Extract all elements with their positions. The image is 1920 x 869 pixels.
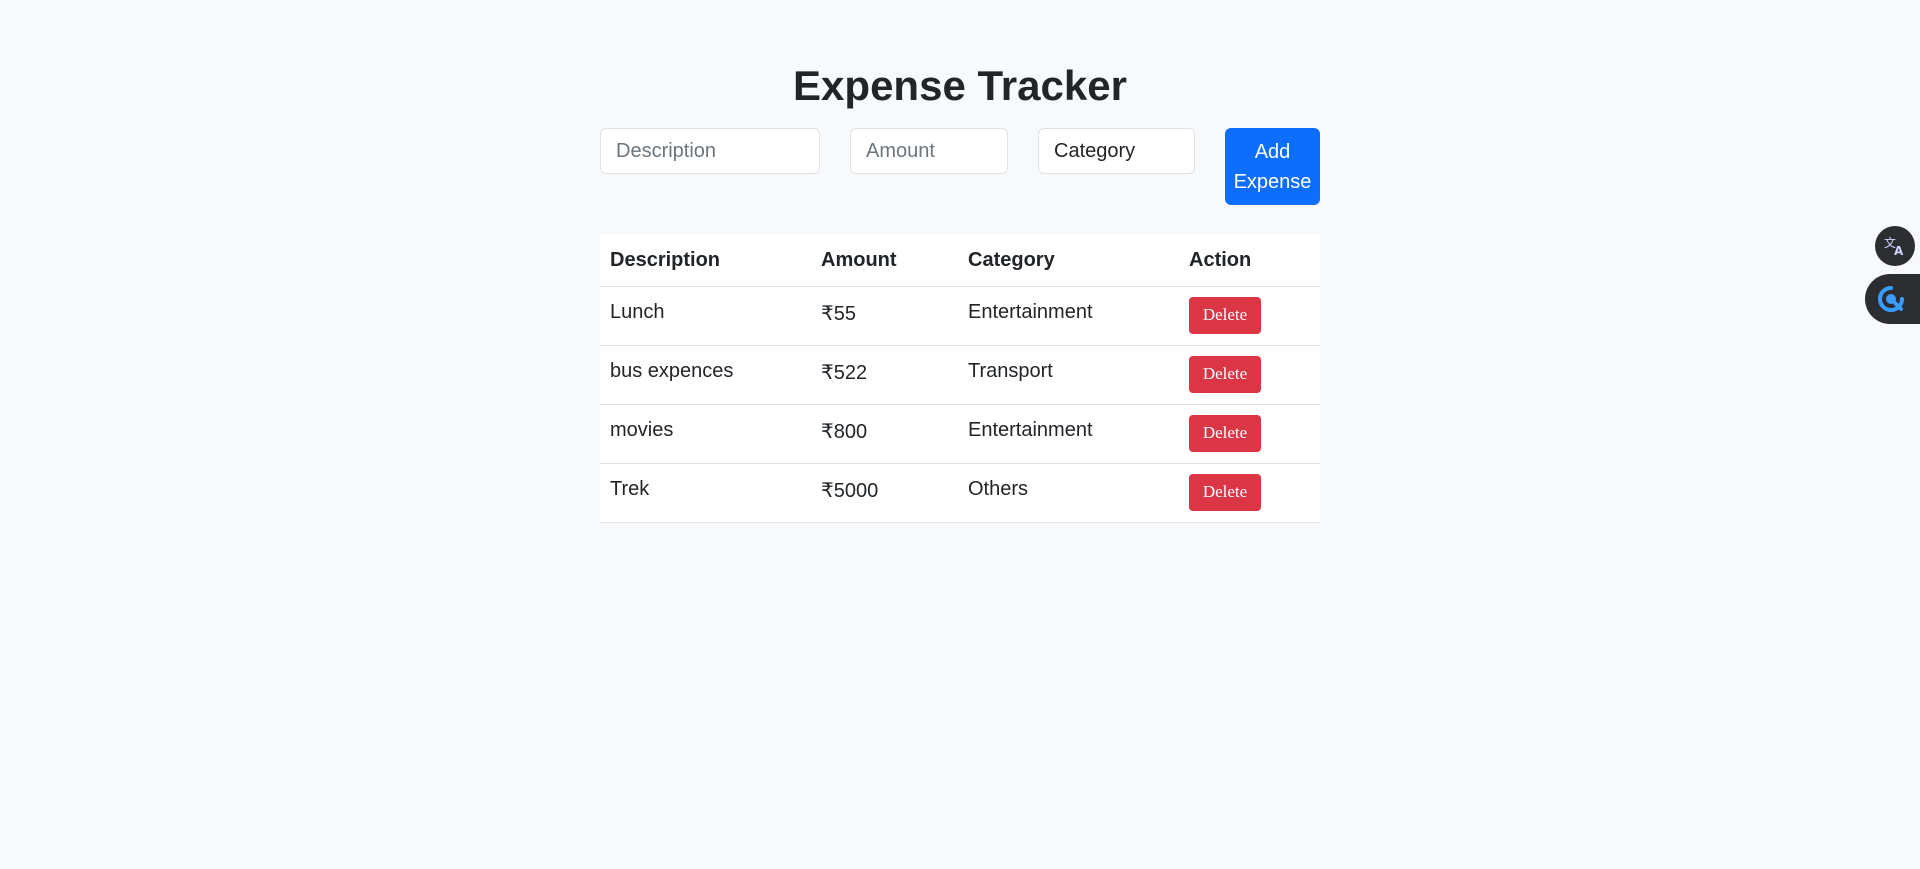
cell-action: Delete xyxy=(1179,463,1320,523)
cell-category: Entertainment xyxy=(958,404,1179,464)
header-description: Description xyxy=(600,235,811,287)
delete-button[interactable]: Delete xyxy=(1189,473,1261,511)
cell-amount: ₹55 xyxy=(811,286,958,346)
category-select[interactable]: Category xyxy=(1038,128,1195,174)
page-title: Expense Tracker xyxy=(793,62,1127,109)
cell-amount: ₹522 xyxy=(811,345,958,405)
cell-amount: ₹5000 xyxy=(811,463,958,523)
expense-form: Category Add Expense xyxy=(600,128,1320,205)
table-row: Lunch ₹55 Entertainment Delete xyxy=(600,286,1320,346)
cell-action: Delete xyxy=(1179,404,1320,464)
cell-description: movies xyxy=(600,404,811,464)
table-row: bus expences ₹522 Transport Delete xyxy=(600,345,1320,405)
header-category: Category xyxy=(958,235,1179,287)
add-expense-button[interactable]: Add Expense xyxy=(1225,128,1320,205)
table-row: movies ₹800 Entertainment Delete xyxy=(600,404,1320,464)
cell-action: Delete xyxy=(1179,286,1320,346)
delete-button[interactable]: Delete xyxy=(1189,414,1261,452)
cell-description: bus expences xyxy=(600,345,811,405)
delete-button[interactable]: Delete xyxy=(1189,355,1261,393)
amount-input[interactable] xyxy=(850,128,1008,174)
cell-category: Entertainment xyxy=(958,286,1179,346)
add-expense-label-line2: Expense xyxy=(1233,170,1312,193)
svg-text:A: A xyxy=(1894,244,1904,258)
cell-category: Others xyxy=(958,463,1179,523)
cell-amount: ₹800 xyxy=(811,404,958,464)
translate-glyph-icon: 文 A xyxy=(1884,235,1904,258)
description-input[interactable] xyxy=(600,128,820,174)
cell-category: Transport xyxy=(958,345,1179,405)
cell-description: Trek xyxy=(600,463,811,523)
header-amount: Amount xyxy=(811,235,958,287)
translate-icon[interactable]: 文 A xyxy=(1875,226,1915,266)
cell-description: Lunch xyxy=(600,286,811,346)
expense-table-container: Description Amount Category Action Lunch… xyxy=(600,235,1320,523)
table-row: Trek ₹5000 Others Delete xyxy=(600,463,1320,523)
cell-action: Delete xyxy=(1179,345,1320,405)
header-action: Action xyxy=(1179,235,1320,287)
assistant-tool-icon[interactable] xyxy=(1865,274,1920,324)
table-header-row: Description Amount Category Action xyxy=(600,235,1320,287)
assistant-glyph-icon xyxy=(1878,286,1904,312)
delete-button[interactable]: Delete xyxy=(1189,296,1261,334)
add-expense-label-line1: Add xyxy=(1254,140,1291,163)
expense-table: Description Amount Category Action Lunch… xyxy=(600,235,1320,523)
